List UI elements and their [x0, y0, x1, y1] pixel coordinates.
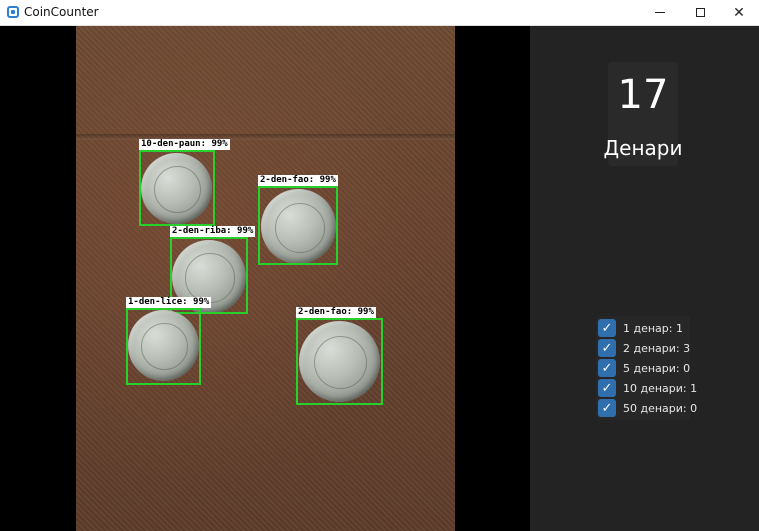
checkmark-icon: ✓ [598, 319, 616, 337]
main-area: 10-den-paun: 99% 2-den-fao: 99% 2-den-ri… [0, 26, 759, 531]
maximize-icon [695, 8, 705, 17]
detection-label: 10-den-paun: 99% [139, 139, 230, 150]
cloth-fold [76, 134, 455, 140]
window-title: CoinCounter [24, 5, 99, 19]
denomination-10-checkbox[interactable]: ✓ 10 денари: 1 [598, 378, 697, 398]
checkbox-label: 5 денари: 0 [623, 361, 691, 375]
close-button[interactable]: ✕ [719, 0, 759, 25]
denomination-50-checkbox[interactable]: ✓ 50 денари: 0 [598, 398, 697, 418]
title-bar: CoinCounter ✕ [0, 0, 759, 26]
denomination-1-checkbox[interactable]: ✓ 1 денар: 1 [598, 318, 690, 338]
minimize-icon [655, 12, 665, 13]
checkmark-icon: ✓ [598, 379, 616, 397]
checkmark-icon: ✓ [598, 359, 616, 377]
checkbox-label: 2 денари: 3 [623, 341, 691, 355]
detection-box: 2-den-fao: 99% [296, 307, 383, 405]
detection-label: 2-den-riba: 99% [170, 226, 256, 237]
detection-image: 10-den-paun: 99% 2-den-fao: 99% 2-den-ri… [76, 26, 455, 531]
detection-label: 2-den-fao: 99% [258, 175, 338, 186]
detection-box: 2-den-fao: 99% [258, 175, 338, 265]
minimize-button[interactable] [640, 0, 680, 25]
checkbox-label: 10 денари: 1 [623, 381, 698, 395]
detection-box: 10-den-paun: 99% [139, 139, 230, 226]
denomination-list: ✓ 1 денар: 1 ✓ 2 денари: 3 ✓ 5 денари: 0… [596, 316, 697, 420]
total-card: 17 Денари [604, 62, 682, 166]
app-logo-icon [7, 6, 19, 18]
close-icon: ✕ [733, 4, 745, 21]
checkbox-label: 50 денари: 0 [623, 401, 698, 415]
total-value: 17 [617, 72, 669, 118]
checkmark-icon: ✓ [598, 399, 616, 417]
detection-label: 2-den-fao: 99% [296, 307, 376, 318]
denomination-5-checkbox[interactable]: ✓ 5 денари: 0 [598, 358, 690, 378]
detection-box: 1-den-lice: 99% [126, 297, 212, 385]
maximize-button[interactable] [680, 0, 720, 25]
checkbox-label: 1 денар: 1 [623, 321, 683, 335]
checkmark-icon: ✓ [598, 339, 616, 357]
summary-panel: 17 Денари ✓ 1 денар: 1 ✓ 2 денари: 3 ✓ 5… [530, 26, 759, 531]
total-unit: Денари [603, 136, 683, 160]
denomination-2-checkbox[interactable]: ✓ 2 денари: 3 [598, 338, 690, 358]
detection-label: 1-den-lice: 99% [126, 297, 212, 308]
